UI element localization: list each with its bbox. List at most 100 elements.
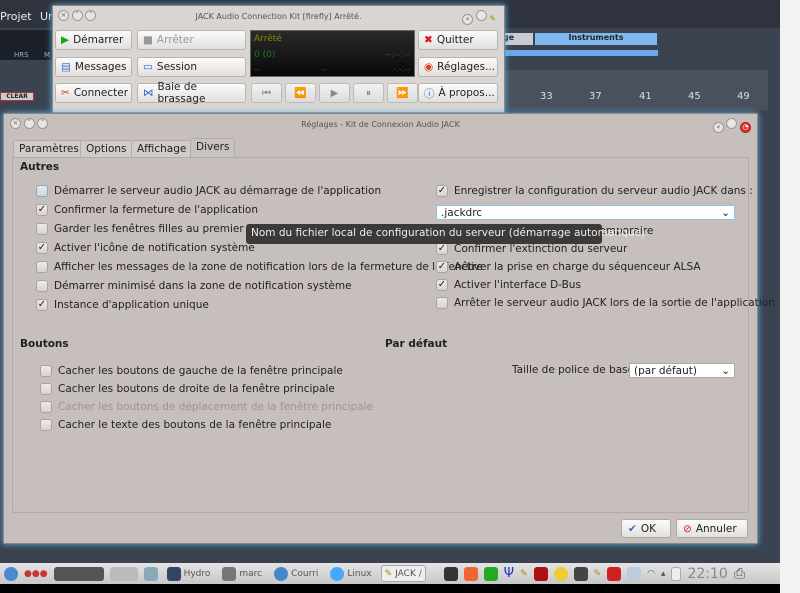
tray-jack-icon[interactable]: ✎	[520, 569, 528, 579]
tray-fork-icon[interactable]: Ψ	[504, 566, 514, 581]
thunderbird-icon	[274, 566, 289, 581]
tray-app-icon[interactable]	[533, 566, 548, 581]
checkbox[interactable]: ✓	[436, 243, 448, 255]
play-button[interactable]: ▶	[319, 83, 350, 103]
maximize-icon[interactable]: ˄	[37, 118, 49, 129]
tab-divers[interactable]: Divers	[190, 138, 236, 157]
checkbox[interactable]	[36, 185, 48, 197]
minimize-icon[interactable]: ˅	[71, 10, 83, 21]
tray-app-icon[interactable]	[607, 566, 622, 581]
tab-affichage[interactable]: Affichage	[131, 140, 193, 157]
minimize-icon[interactable]: ˅	[23, 118, 35, 129]
pager-desktop-2[interactable]	[109, 566, 138, 581]
checkbox[interactable]	[40, 365, 52, 377]
wifi-icon[interactable]: ◠	[647, 569, 655, 579]
checkbox[interactable]	[436, 297, 448, 309]
pause-button[interactable]: ⏸	[353, 83, 384, 103]
task-label: marc	[239, 568, 263, 579]
option-checkbox[interactable]: ✓ Activer l'interface D-Bus	[436, 279, 775, 291]
forward-button[interactable]: ⏩	[387, 83, 418, 103]
keep-above-icon[interactable]: «	[712, 122, 724, 133]
font-size-combo[interactable]: (par défaut) ⌄	[629, 363, 735, 378]
task-jack[interactable]: ✎ JACK /	[380, 565, 426, 582]
clipboard-icon[interactable]	[143, 566, 158, 581]
option-checkbox[interactable]: Démarrer le serveur audio JACK au démarr…	[36, 185, 483, 197]
tray-app-icon[interactable]	[443, 566, 458, 581]
quit-button[interactable]: ✖ Quitter	[418, 30, 498, 50]
clear-button[interactable]: CLEAR	[0, 92, 34, 101]
rewind-start-button[interactable]: ⏮	[251, 83, 282, 103]
hydrogen-tab-partial[interactable]: ge	[503, 33, 533, 45]
shade-icon[interactable]	[726, 118, 738, 129]
keep-above-icon[interactable]: «	[462, 14, 474, 25]
option-checkbox[interactable]: Cacher le texte des boutons de la fenêtr…	[40, 419, 373, 431]
task-hydrogen[interactable]: Hydro	[164, 565, 214, 582]
close-icon[interactable]: ×	[10, 118, 21, 129]
pager[interactable]	[53, 566, 104, 581]
instruments-tab[interactable]: Instruments	[535, 33, 657, 45]
activities-icon[interactable]: ●●●	[24, 569, 48, 579]
option-checkbox[interactable]: Cacher les boutons de droite de la fenêt…	[40, 383, 373, 395]
option-checkbox[interactable]: ✓ Confirmer l'extinction du serveur	[436, 243, 775, 255]
about-button[interactable]: ⓘ À propos...	[418, 83, 498, 103]
task-browser[interactable]: Linux	[327, 565, 374, 582]
config-file-combo[interactable]: .jackdrc ⌄	[436, 205, 735, 220]
checkbox-label: Cacher le texte des boutons de la fenêtr…	[58, 419, 332, 431]
launcher-icon[interactable]	[4, 566, 18, 581]
checkbox[interactable]: ✓	[36, 242, 48, 254]
patchbay-button[interactable]: ⋈ Baie de brassage	[137, 81, 246, 105]
cancel-button[interactable]: ⊘ Annuler	[676, 519, 748, 538]
option-checkbox[interactable]: Cacher les boutons de déplacement de la …	[40, 401, 373, 413]
checkbox[interactable]: ✓	[36, 299, 48, 311]
audacity-icon[interactable]	[463, 566, 478, 581]
tray-jack-icon[interactable]: ✎	[594, 569, 602, 579]
tab-parametres[interactable]: Paramètres	[13, 140, 85, 157]
stop-button[interactable]: ■ Arrêter	[137, 30, 246, 50]
session-button[interactable]: ▭ Session	[137, 57, 246, 77]
tray-app-icon[interactable]	[553, 566, 568, 581]
checkbox[interactable]: ✓	[436, 279, 448, 291]
tray-expand-icon[interactable]: ▴	[661, 569, 666, 579]
messages-label: Messages	[74, 61, 127, 73]
checkbox[interactable]	[36, 223, 48, 235]
option-checkbox[interactable]: ✓ Activer la prise en charge du séquenceu…	[436, 261, 775, 273]
checkbox[interactable]: ✓	[436, 185, 448, 197]
checkbox[interactable]	[36, 261, 48, 273]
rewind-button[interactable]: ⏪	[285, 83, 316, 103]
option-checkbox[interactable]: Afficher les messages de la zone de noti…	[36, 261, 483, 273]
task-terminal[interactable]: marc	[219, 565, 265, 582]
option-checkbox[interactable]: Cacher les boutons de gauche de la fenêt…	[40, 365, 373, 377]
option-checkbox[interactable]: ✓ Confirmer la fermeture de l'application	[36, 204, 483, 216]
battery-icon[interactable]	[627, 566, 642, 581]
option-checkbox[interactable]: Démarrer minimisé dans la zone de notifi…	[36, 280, 483, 292]
checkbox[interactable]	[36, 280, 48, 292]
checkbox[interactable]	[40, 419, 52, 431]
ok-button[interactable]: ✔ OK	[621, 519, 671, 538]
autres-left-options: Démarrer le serveur audio JACK au démarr…	[36, 185, 483, 311]
start-button[interactable]: ▶ Démarrer	[55, 30, 132, 50]
messages-button[interactable]: ▤ Messages	[55, 57, 132, 77]
checkbox[interactable]: ✓	[36, 204, 48, 216]
task-mail[interactable]: Courri	[271, 565, 321, 582]
tray-app-icon[interactable]	[483, 566, 498, 581]
checkbox-label: Enregistrer la configuration du serveur …	[454, 185, 753, 197]
task-label: Hydro	[183, 568, 211, 579]
menu-projet[interactable]: Projet	[0, 10, 32, 23]
checkbox[interactable]	[40, 383, 52, 395]
close-icon[interactable]: ×	[58, 10, 69, 21]
checkbox[interactable]: ✓	[436, 261, 448, 273]
tab-options[interactable]: Options	[80, 140, 133, 157]
checkbox[interactable]	[40, 401, 52, 413]
save-config-checkbox[interactable]: ✓ Enregistrer la configuration du serveur…	[436, 185, 753, 197]
option-checkbox[interactable]: Arrêter le serveur audio JACK lors de la…	[436, 297, 775, 309]
menu-partial[interactable]: Ur	[40, 10, 53, 23]
tray-terminal-icon[interactable]	[573, 566, 588, 581]
printer-icon[interactable]: ⎙	[734, 566, 745, 582]
settings-button[interactable]: ◉ Réglages...	[418, 57, 498, 77]
option-checkbox[interactable]: ✓ Instance d'application unique	[36, 299, 483, 311]
device-icon[interactable]	[671, 566, 682, 581]
connect-button[interactable]: ✂ Connecter	[55, 83, 132, 103]
maximize-icon[interactable]: ˄	[85, 10, 97, 21]
clock[interactable]: 22:10	[687, 566, 727, 582]
shade-icon[interactable]	[475, 10, 487, 21]
